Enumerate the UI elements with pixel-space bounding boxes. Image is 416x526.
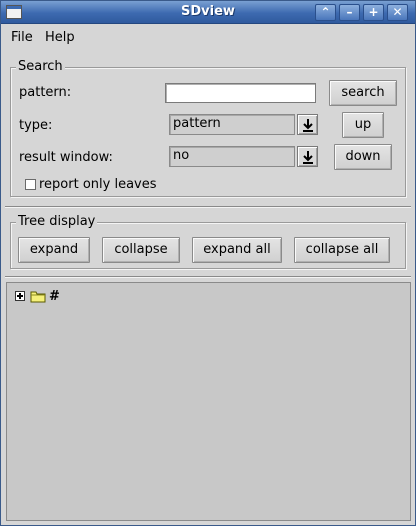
type-select[interactable]: pattern <box>169 114 295 135</box>
type-dropdown-button[interactable] <box>297 114 318 135</box>
collapse-all-button[interactable]: collapse all <box>294 237 390 263</box>
title-bar[interactable]: SDview ⌃ – + ✕ <box>1 1 415 24</box>
tree-node-label: # <box>49 289 60 304</box>
menu-file[interactable]: File <box>11 30 33 45</box>
result-window-label: result window: <box>19 150 113 165</box>
app-window: SDview ⌃ – + ✕ File Help Search pattern:… <box>0 0 416 526</box>
search-button[interactable]: search <box>329 80 397 106</box>
close-button[interactable]: ✕ <box>387 4 408 21</box>
type-select-value: pattern <box>173 116 221 131</box>
tree-display-group-title: Tree display <box>16 214 98 229</box>
type-label: type: <box>19 118 53 133</box>
arrow-down-icon <box>303 151 313 164</box>
menu-bar: File Help <box>1 25 415 50</box>
down-button[interactable]: down <box>334 144 392 170</box>
pattern-input[interactable] <box>165 83 316 103</box>
report-only-leaves-label: report only leaves <box>39 177 157 192</box>
result-window-dropdown-button[interactable] <box>297 146 318 167</box>
result-window-select-value: no <box>173 148 190 163</box>
separator <box>5 206 411 208</box>
pattern-label: pattern: <box>19 85 72 100</box>
collapse-button[interactable]: collapse <box>102 237 180 263</box>
up-button[interactable]: up <box>342 112 384 138</box>
separator <box>5 276 411 278</box>
search-group-title: Search <box>16 59 65 74</box>
arrow-down-icon <box>303 119 313 132</box>
tree-view[interactable]: # <box>6 282 411 521</box>
shade-button[interactable]: ⌃ <box>315 4 336 21</box>
menu-help[interactable]: Help <box>45 30 75 45</box>
report-only-leaves-checkbox[interactable] <box>25 179 36 190</box>
expand-button[interactable]: expand <box>18 237 90 263</box>
minimize-button[interactable]: – <box>339 4 360 21</box>
result-window-select[interactable]: no <box>169 146 295 167</box>
maximize-button[interactable]: + <box>363 4 384 21</box>
expand-all-button[interactable]: expand all <box>192 237 282 263</box>
plus-box-icon[interactable] <box>15 291 25 301</box>
folder-icon <box>30 291 46 303</box>
